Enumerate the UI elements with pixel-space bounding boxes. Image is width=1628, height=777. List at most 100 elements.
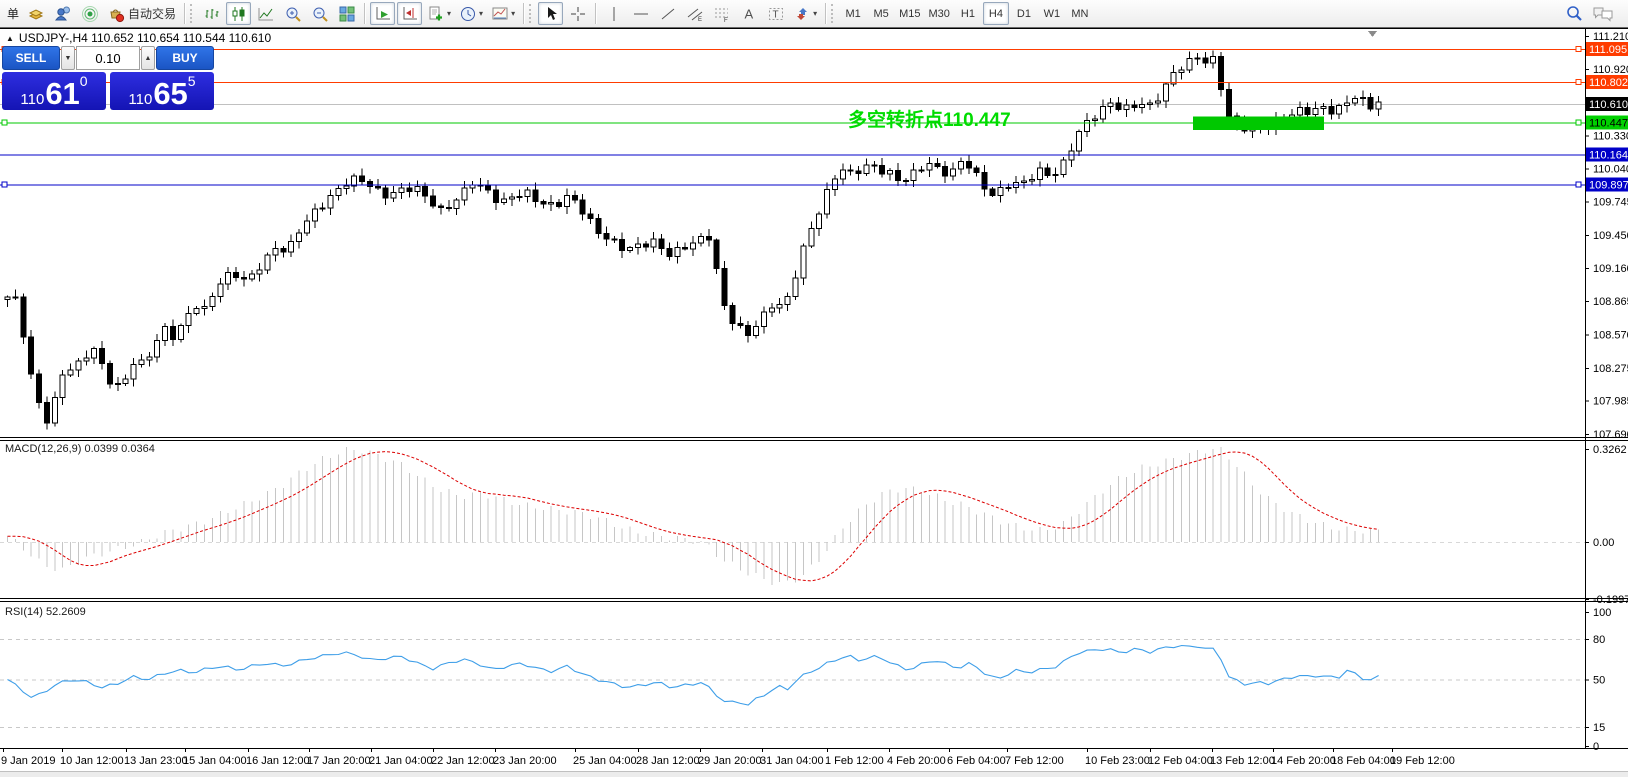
candle-body	[651, 239, 656, 247]
collapse-one-click-icon[interactable]: ▲	[6, 34, 14, 43]
bar-chart-button[interactable]	[199, 2, 224, 25]
svg-text:E: E	[698, 17, 702, 23]
candle-body	[754, 327, 759, 336]
chart-background[interactable]	[0, 28, 1628, 771]
autotrading-label: 自动交易	[128, 5, 176, 22]
time-axis[interactable]	[0, 748, 1628, 771]
autotrading-button[interactable]: 自动交易	[104, 2, 179, 25]
timeframe-button-D1[interactable]: D1	[1011, 2, 1037, 25]
sell-button[interactable]: SELL	[2, 46, 60, 70]
candlestick-chart-button[interactable]	[226, 2, 251, 25]
candle-body	[68, 370, 73, 375]
signals-button[interactable]	[77, 2, 102, 25]
chat-button[interactable]	[1589, 2, 1617, 25]
timeframe-button-M15[interactable]: M15	[896, 2, 923, 25]
trendline-tool-button[interactable]	[655, 2, 680, 25]
candle-body	[596, 219, 601, 234]
candle-body	[304, 221, 309, 233]
dropdown-arrow-icon: ▾	[813, 9, 817, 18]
candle-body	[60, 375, 65, 397]
fibonacci-tool-button[interactable]: F	[709, 2, 734, 25]
price-axis[interactable]	[1585, 28, 1628, 748]
chart-canvas[interactable]: 111.210110.920110.330110.040109.745109.4…	[0, 28, 1628, 771]
macd-indicator-label: MACD(12,26,9) 0.0399 0.0364	[5, 443, 155, 455]
signal-icon	[81, 5, 99, 23]
timeframe-button-H4[interactable]: H4	[983, 2, 1009, 25]
search-button[interactable]	[1561, 2, 1587, 25]
candle-body	[1006, 187, 1011, 188]
candle-body	[218, 284, 223, 297]
zoom-in-button[interactable]	[280, 2, 305, 25]
line-selection-handle[interactable]	[1576, 47, 1581, 52]
candle-body	[825, 190, 830, 215]
new-order-button[interactable]: 单	[7, 5, 19, 22]
indicators-button[interactable]: ▾	[424, 2, 454, 25]
channel-tool-button[interactable]: E	[682, 2, 707, 25]
label-tool-button[interactable]: T	[763, 2, 788, 25]
timeframe-button-MN[interactable]: MN	[1067, 2, 1093, 25]
candle-body	[635, 244, 640, 248]
tile-windows-button[interactable]	[334, 2, 359, 25]
text-tool-button[interactable]: A	[736, 2, 761, 25]
crosshair-button[interactable]	[565, 2, 590, 25]
line-selection-handle[interactable]	[1576, 182, 1581, 187]
toolbar: 单 自动交易 ▾ ▾ ▾ E F A T ▾ M1M5M15M30H1H4D1W…	[0, 0, 1628, 28]
candle-body	[1140, 104, 1145, 107]
timeframe-button-M30[interactable]: M30	[926, 2, 953, 25]
toolbar-grip[interactable]	[190, 4, 195, 23]
toolbar-grip[interactable]	[529, 4, 534, 23]
vertical-line-tool-button[interactable]	[601, 2, 626, 25]
cursor-button[interactable]	[538, 2, 563, 25]
candle-body	[659, 239, 664, 249]
candle-body	[21, 297, 26, 337]
toolbar-separator	[364, 3, 365, 24]
pivot-annotation-text[interactable]: 多空转折点110.447	[848, 105, 1011, 132]
candle-body	[1195, 58, 1200, 59]
candle-body	[352, 176, 357, 186]
line-selection-handle[interactable]	[2, 182, 7, 187]
line-selection-handle[interactable]	[1576, 80, 1581, 85]
candle-body	[612, 239, 617, 240]
candle-body	[1061, 160, 1066, 175]
zoom-out-button[interactable]	[307, 2, 332, 25]
candle-body	[1155, 101, 1160, 103]
auto-scroll-button[interactable]	[370, 2, 395, 25]
candle-body	[1100, 106, 1105, 118]
volume-input[interactable]: 0.10	[76, 46, 140, 70]
candle-body	[840, 170, 845, 179]
candle-body	[974, 168, 979, 173]
horizontal-line-tool-button[interactable]	[628, 2, 653, 25]
timeframe-button-W1[interactable]: W1	[1039, 2, 1065, 25]
journal-button[interactable]	[23, 2, 48, 25]
candle-body	[147, 357, 152, 360]
volume-increase-button[interactable]: ▲	[141, 46, 155, 70]
timeframe-button-M5[interactable]: M5	[868, 2, 894, 25]
chart-shift-button[interactable]	[397, 2, 422, 25]
zoom-out-icon	[311, 5, 329, 23]
shapes-tool-button[interactable]: ▾	[790, 2, 820, 25]
buy-price-display[interactable]: 110655	[110, 72, 214, 110]
line-selection-handle[interactable]	[2, 120, 7, 125]
candle-body	[1187, 58, 1192, 70]
buy-button[interactable]: BUY	[156, 46, 214, 70]
accounts-button[interactable]	[50, 2, 75, 25]
candle-body	[1305, 107, 1310, 114]
candle-body	[194, 309, 199, 314]
line-selection-handle[interactable]	[1576, 120, 1581, 125]
candle-body	[29, 337, 34, 374]
periods-button[interactable]: ▾	[456, 2, 486, 25]
toolbar-grip[interactable]	[831, 4, 836, 23]
timeframe-button-M1[interactable]: M1	[840, 2, 866, 25]
panel-resize-handle-macd[interactable]	[0, 436, 1585, 443]
line-chart-button[interactable]	[253, 2, 278, 25]
templates-button[interactable]: ▾	[488, 2, 518, 25]
panel-resize-handle-rsi[interactable]	[0, 597, 1585, 604]
candle-body	[1116, 103, 1121, 110]
candle-body	[273, 248, 278, 254]
candle-body	[289, 242, 294, 252]
timeframe-button-H1[interactable]: H1	[955, 2, 981, 25]
volume-decrease-button[interactable]: ▼	[61, 46, 75, 70]
sell-price-display[interactable]: 110610	[2, 72, 106, 110]
chart-shift-icon	[401, 5, 419, 23]
candle-body	[698, 236, 703, 242]
